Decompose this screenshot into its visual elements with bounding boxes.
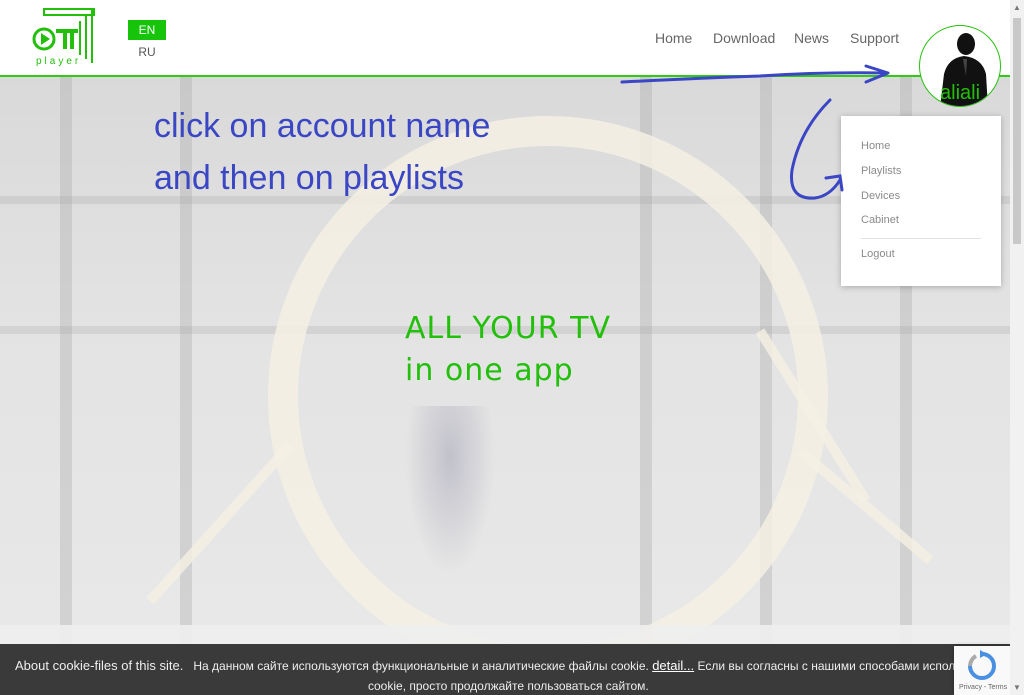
- tagline-line-1: ALL YOUR TV: [405, 311, 611, 346]
- recaptcha-terms[interactable]: Privacy - Terms: [959, 684, 1007, 691]
- hero-tagline: ALL YOUR TV in one app: [405, 308, 611, 392]
- cookie-detail-link[interactable]: detail...: [652, 658, 694, 673]
- annotation-line-1: click on account name: [154, 107, 491, 145]
- scroll-down-icon[interactable]: ▼: [1013, 683, 1021, 692]
- scroll-up-icon[interactable]: ▲: [1013, 3, 1021, 12]
- recaptcha-badge[interactable]: Privacy - Terms: [954, 646, 1010, 695]
- cookie-title: About cookie-files of this site.: [15, 658, 184, 673]
- cookie-text-1: На данном сайте используются функциональ…: [193, 659, 649, 673]
- hero-figure: [405, 406, 495, 576]
- recaptcha-icon: [968, 650, 996, 680]
- annotation-line-2: and then on playlists: [154, 159, 464, 197]
- tagline-line-2: in one app: [405, 353, 574, 388]
- scrollbar-thumb[interactable]: [1013, 18, 1021, 244]
- page-scrollbar[interactable]: ▲ ▼: [1010, 0, 1024, 695]
- cookie-text-3: cookie, просто продолжайте пользоваться …: [368, 679, 649, 693]
- instruction-annotation: click on account name and then on playli…: [154, 100, 490, 204]
- annotation-arrow-icon: [620, 64, 890, 200]
- cookie-banner: About cookie-files of this site. На данн…: [0, 644, 1010, 695]
